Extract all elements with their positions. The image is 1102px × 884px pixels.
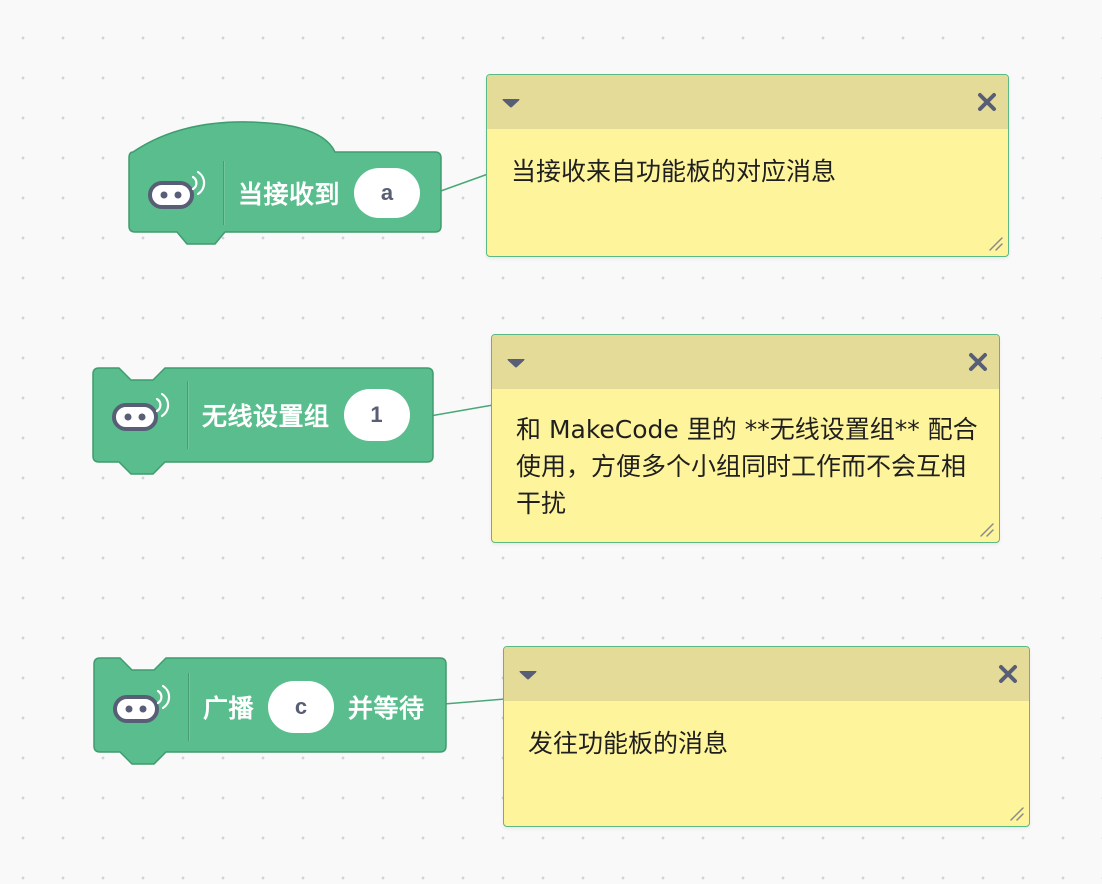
robot-radio-icon [111, 391, 173, 440]
comment-text[interactable]: 发往功能板的消息 [504, 701, 1029, 772]
block-separator [187, 381, 188, 449]
robot-radio-icon [112, 683, 174, 732]
block-separator [188, 673, 189, 741]
caret-down-icon[interactable] [506, 356, 526, 370]
resize-grip-icon[interactable] [977, 520, 995, 538]
message-input[interactable]: a [354, 168, 421, 218]
broadcast-label: 广播 [203, 695, 255, 723]
connector-line-2 [429, 404, 494, 417]
when-receive-label: 当接收到 [238, 181, 341, 209]
robot-radio-icon [147, 169, 209, 218]
comment-text[interactable]: 当接收来自功能板的对应消息 [487, 129, 1008, 200]
caret-down-icon[interactable] [501, 96, 521, 110]
when-receive-hat-block[interactable]: 当接收到 a [128, 121, 442, 246]
scratch-workspace[interactable]: 当接收到 a 无线设置组 1 广播 c 并等待 当接收来自功能板的对应消息 和 … [0, 0, 1102, 884]
comment-note-header[interactable] [504, 647, 1029, 701]
broadcast-and-wait-block[interactable]: 广播 c 并等待 [93, 657, 447, 782]
caret-down-icon[interactable] [518, 668, 538, 682]
set-radio-group-label: 无线设置组 [202, 403, 330, 431]
connector-line-1 [437, 173, 489, 193]
comment-note-header[interactable] [492, 335, 999, 389]
resize-grip-icon[interactable] [986, 234, 1004, 252]
comment-note-1[interactable]: 当接收来自功能板的对应消息 [486, 74, 1009, 257]
close-x-icon[interactable] [976, 91, 998, 113]
comment-note-2[interactable]: 和 MakeCode 里的 **无线设置组** 配合使用，方便多个小组同时工作而… [491, 334, 1000, 543]
set-radio-group-block[interactable]: 无线设置组 1 [92, 367, 434, 492]
broadcast-message-input[interactable]: c [268, 681, 335, 733]
comment-text[interactable]: 和 MakeCode 里的 **无线设置组** 配合使用，方便多个小组同时工作而… [492, 389, 999, 532]
close-x-icon[interactable] [967, 351, 989, 373]
group-number-input[interactable]: 1 [343, 389, 410, 441]
connector-line-3 [443, 698, 506, 705]
close-x-icon[interactable] [997, 663, 1019, 685]
block-separator [223, 161, 224, 225]
and-wait-label: 并等待 [348, 695, 425, 723]
resize-grip-icon[interactable] [1007, 804, 1025, 822]
comment-note-header[interactable] [487, 75, 1008, 129]
comment-note-3[interactable]: 发往功能板的消息 [503, 646, 1030, 827]
